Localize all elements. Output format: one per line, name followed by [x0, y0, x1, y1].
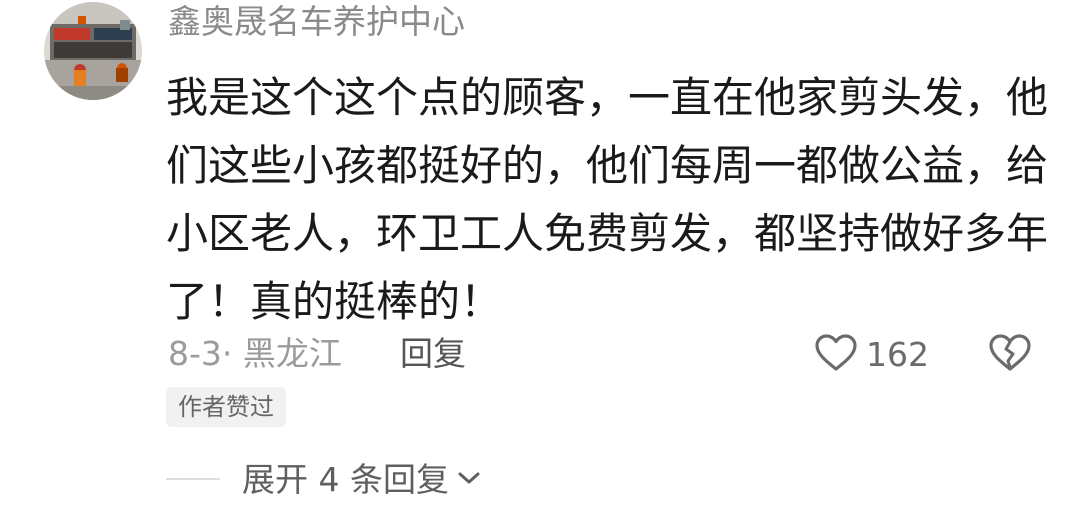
expand-replies-label: 展开 4 条回复 — [242, 460, 449, 499]
chevron-down-icon — [457, 470, 481, 490]
comment-body-line: 们这些小孩都挺好的，他们每周一都做公益，给 — [166, 141, 1049, 190]
comment-body-line: 小区老人，环卫工人免费剪发，都坚持做好多年 — [166, 209, 1049, 258]
heart-outline-icon — [814, 333, 858, 377]
like-count: 162 — [866, 335, 929, 374]
like-button[interactable]: 162 — [814, 333, 929, 377]
comment-body: 我是这个这个点的顾客，一直在他家剪头发，他 们这些小孩都挺好的，他们每周一都做公… — [166, 64, 1049, 336]
dislike-button[interactable] — [988, 333, 1032, 377]
author-liked-badge: 作者赞过 — [166, 387, 286, 427]
avatar[interactable] — [44, 2, 142, 100]
comment-item: 鑫奥晟名车养护中心 我是这个这个点的顾客，一直在他家剪头发，他 们这些小孩都挺好… — [0, 0, 1080, 531]
comment-body-line: 了！真的挺棒的！ — [166, 277, 503, 326]
comment-meta: 8-3· 黑龙江 — [168, 334, 342, 373]
reply-button[interactable]: 回复 — [400, 332, 466, 376]
divider — [166, 478, 220, 480]
expand-replies-button[interactable]: 展开 4 条回复 — [242, 458, 481, 502]
username[interactable]: 鑫奥晟名车养护中心 — [168, 2, 465, 42]
broken-heart-icon — [988, 334, 1032, 377]
comment-body-line: 我是这个这个点的顾客，一直在他家剪头发，他 — [166, 73, 1049, 122]
